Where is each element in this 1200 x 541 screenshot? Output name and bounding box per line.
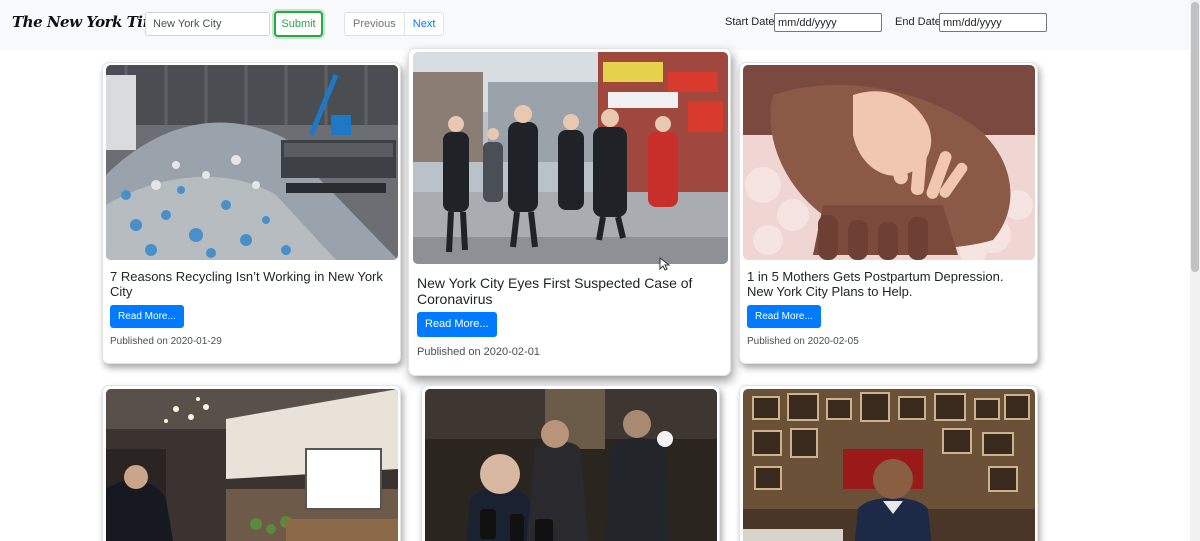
start-date-label: Start Date: [725, 16, 778, 28]
end-date-label: End Date: [895, 16, 944, 28]
article-card: 1 in 5 Mothers Gets Postpartum Depressio… [739, 62, 1038, 364]
start-date-input[interactable] [774, 13, 882, 32]
search-input[interactable] [145, 12, 270, 36]
previous-button[interactable]: Previous [345, 13, 405, 35]
article-image-recycling[interactable] [106, 65, 398, 260]
read-more-button[interactable]: Read More... [747, 305, 821, 328]
published-date: Published on 2020-02-01 [417, 346, 540, 358]
article-card [421, 385, 720, 541]
read-more-button[interactable]: Read More... [417, 312, 497, 337]
mouse-cursor-icon [659, 256, 671, 276]
scrollbar-thumb[interactable] [1191, 2, 1199, 272]
article-card: 7 Reasons Recycling Isn’t Working in New… [102, 62, 401, 364]
article-image-press-conference[interactable] [425, 389, 717, 541]
article-image-postpartum[interactable] [743, 65, 1035, 260]
end-date-input[interactable] [939, 13, 1047, 32]
next-button[interactable]: Next [405, 13, 444, 35]
article-image-coronavirus[interactable] [413, 52, 728, 264]
article-card: New York City Eyes First Suspected Case … [408, 48, 731, 376]
article-title[interactable]: 7 Reasons Recycling Isn’t Working in New… [110, 269, 395, 299]
article-image-office-portrait[interactable] [743, 389, 1035, 541]
top-navbar: The New York Times Submit Previous Next … [0, 0, 1190, 50]
article-image-restaurant[interactable] [106, 389, 398, 541]
page-scrollbar[interactable] [1190, 0, 1200, 541]
published-date: Published on 2020-02-05 [747, 336, 859, 347]
pagination: Previous Next [344, 12, 445, 36]
article-title[interactable]: 1 in 5 Mothers Gets Postpartum Depressio… [747, 269, 1032, 299]
published-date: Published on 2020-01-29 [110, 336, 222, 347]
read-more-button[interactable]: Read More... [110, 305, 184, 328]
article-card [739, 385, 1038, 541]
submit-button[interactable]: Submit [274, 11, 323, 37]
article-card [102, 385, 401, 541]
article-title[interactable]: New York City Eyes First Suspected Case … [417, 275, 722, 307]
